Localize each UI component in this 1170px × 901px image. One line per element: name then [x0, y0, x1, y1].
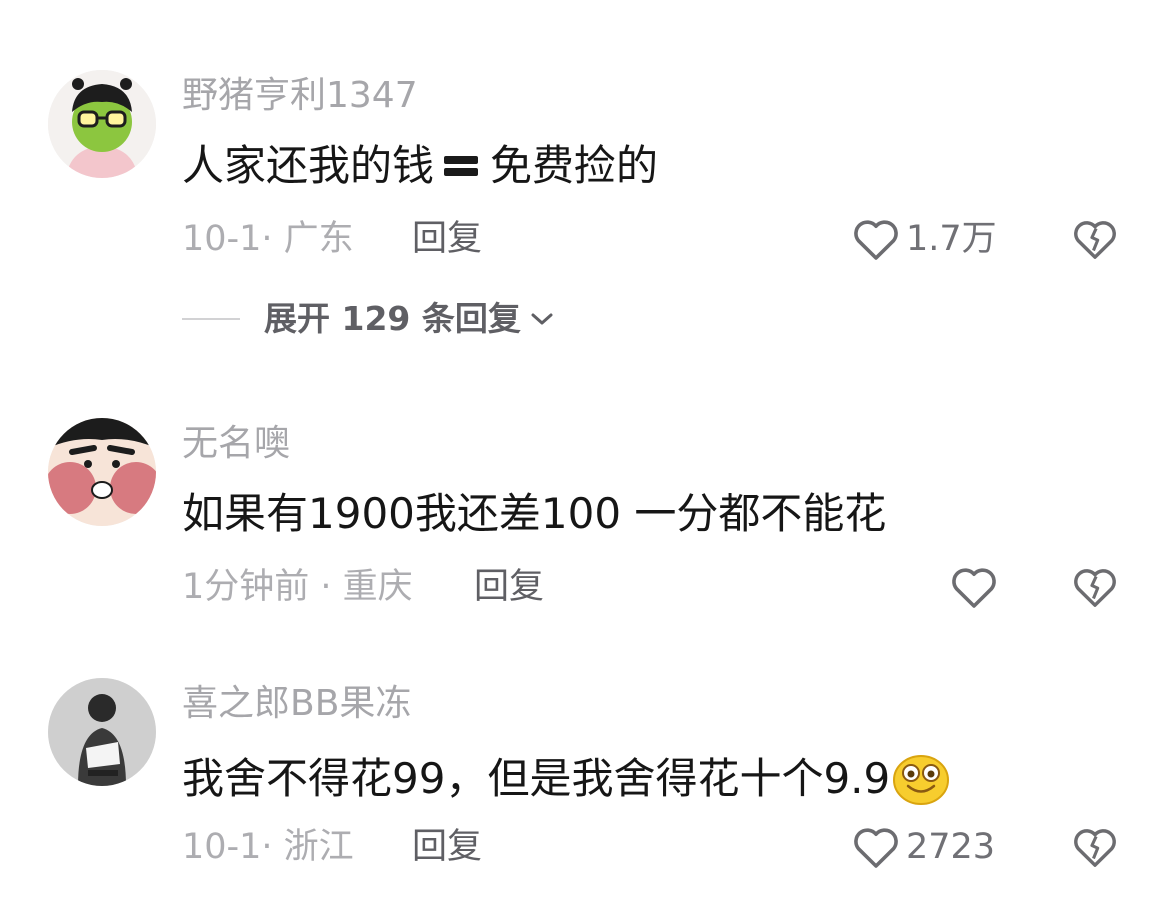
comment-meta: 10-1· 浙江: [182, 827, 354, 867]
reply-button[interactable]: 回复: [474, 570, 544, 605]
chevron-down-icon: [531, 313, 553, 324]
avatar[interactable]: [48, 678, 156, 786]
broken-heart-icon: [1074, 569, 1116, 607]
username[interactable]: 喜之郎BB果冻: [182, 686, 411, 722]
heart-icon: [854, 220, 898, 260]
comment-text: 如果有1900我还差100 一分都不能花: [182, 489, 887, 538]
avatar[interactable]: [48, 70, 156, 178]
like-button[interactable]: 2723: [852, 825, 995, 869]
comment-text-part: 免费捡的: [490, 141, 659, 190]
broken-heart-icon: [1074, 829, 1116, 867]
comment-meta: 1分钟前 · 重庆: [182, 567, 413, 607]
heart-icon: [952, 568, 996, 608]
like-count: 2723: [906, 826, 996, 867]
like-button[interactable]: [950, 565, 998, 609]
reply-button[interactable]: 回复: [412, 222, 482, 257]
divider: [182, 317, 240, 320]
reply-button[interactable]: 回复: [412, 830, 482, 865]
like-count: 1.7万: [906, 218, 997, 259]
equals-icon: [444, 154, 479, 178]
username[interactable]: 野猪亨利1347: [182, 78, 418, 114]
broken-heart-icon: [1074, 221, 1116, 259]
avatar[interactable]: [48, 418, 156, 526]
dislike-button[interactable]: [1072, 217, 1118, 265]
comment-text-part: 人家还我的钱: [182, 141, 435, 190]
like-button[interactable]: 1.7万: [852, 217, 997, 261]
comment-meta: 10-1· 广东: [182, 219, 354, 259]
smiley-emoji-icon: [893, 755, 950, 805]
expand-replies-button[interactable]: 展开 129 条回复: [182, 302, 557, 335]
comment-text-part: 我舍不得花99，但是我舍得花十个9.9: [182, 754, 891, 803]
username[interactable]: 无名噢: [182, 426, 290, 462]
dislike-button[interactable]: [1072, 825, 1118, 873]
comment-text: 人家还我的钱 免费捡的: [182, 145, 658, 187]
comment-text: 我舍不得花99，但是我舍得花十个9.9: [182, 753, 950, 805]
expand-replies-label: 展开 129 条回复: [264, 299, 521, 338]
heart-icon: [854, 828, 898, 868]
dislike-button[interactable]: [1072, 565, 1118, 613]
